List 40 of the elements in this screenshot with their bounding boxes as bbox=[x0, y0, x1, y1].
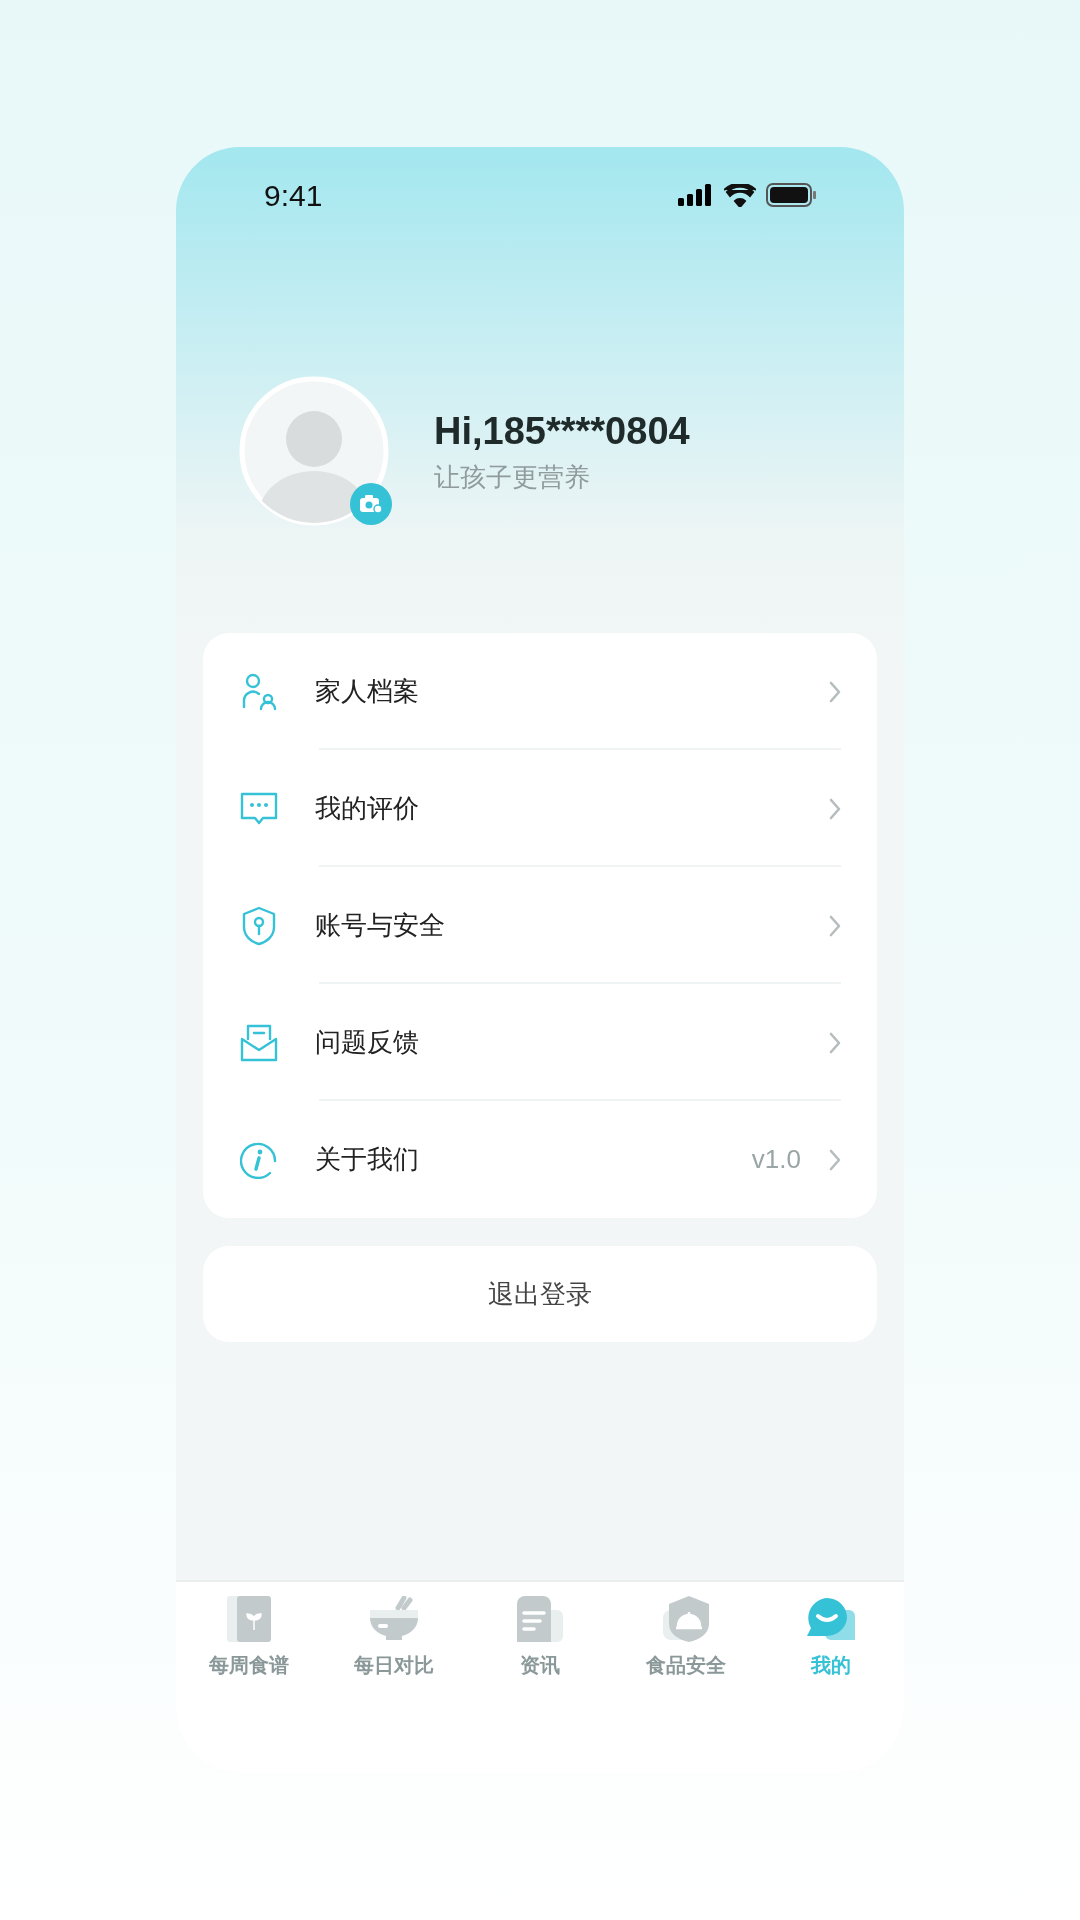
bowl-icon bbox=[370, 1596, 419, 1642]
menu-label: 我的评价 bbox=[315, 792, 420, 825]
chevron-right-icon bbox=[829, 1031, 841, 1054]
signal-icon bbox=[678, 184, 714, 206]
menu-item[interactable]: 问题反馈 bbox=[239, 984, 841, 1101]
recipe-book-icon bbox=[226, 1596, 271, 1642]
camera-icon bbox=[360, 495, 382, 513]
camera-button[interactable] bbox=[350, 483, 392, 525]
wifi-icon bbox=[724, 183, 756, 207]
tab-label: 食品安全 bbox=[645, 1653, 726, 1678]
info-icon bbox=[240, 1140, 278, 1179]
chevron-right-icon bbox=[829, 797, 841, 820]
menu-item[interactable]: 家人档案 bbox=[239, 633, 841, 750]
shield-cloche-icon bbox=[662, 1596, 709, 1642]
news-icon bbox=[517, 1596, 563, 1642]
battery-icon bbox=[766, 183, 816, 207]
logout-button[interactable]: 退出登录 bbox=[203, 1246, 877, 1342]
menu-label: 关于我们 bbox=[315, 1143, 420, 1176]
user-greeting: Hi,185****0804 bbox=[434, 412, 690, 450]
chevron-right-icon bbox=[829, 1148, 841, 1171]
menu-item[interactable]: 我的评价 bbox=[239, 750, 841, 867]
chat-bubble-icon bbox=[807, 1598, 856, 1642]
family-icon bbox=[241, 672, 277, 711]
status-time: 9:41 bbox=[264, 177, 323, 214]
chevron-right-icon bbox=[829, 914, 841, 937]
mail-icon bbox=[240, 1022, 278, 1063]
tab-label: 每日对比 bbox=[354, 1653, 435, 1678]
menu-item[interactable]: 账号与安全 bbox=[239, 867, 841, 984]
chevron-right-icon bbox=[829, 680, 841, 703]
comment-icon bbox=[240, 791, 278, 826]
user-subtitle: 让孩子更营养 bbox=[434, 464, 591, 490]
shield-icon bbox=[241, 905, 277, 946]
menu-label: 账号与安全 bbox=[315, 909, 446, 942]
tab-label: 每周食谱 bbox=[208, 1653, 289, 1678]
menu-item[interactable]: 关于我们 v1.0 bbox=[239, 1101, 841, 1218]
tab-label: 资讯 bbox=[520, 1653, 560, 1678]
tab-label: 我的 bbox=[811, 1653, 852, 1678]
menu-label: 问题反馈 bbox=[315, 1026, 420, 1059]
version-text: v1.0 bbox=[751, 1143, 801, 1176]
menu-label: 家人档案 bbox=[315, 675, 420, 708]
